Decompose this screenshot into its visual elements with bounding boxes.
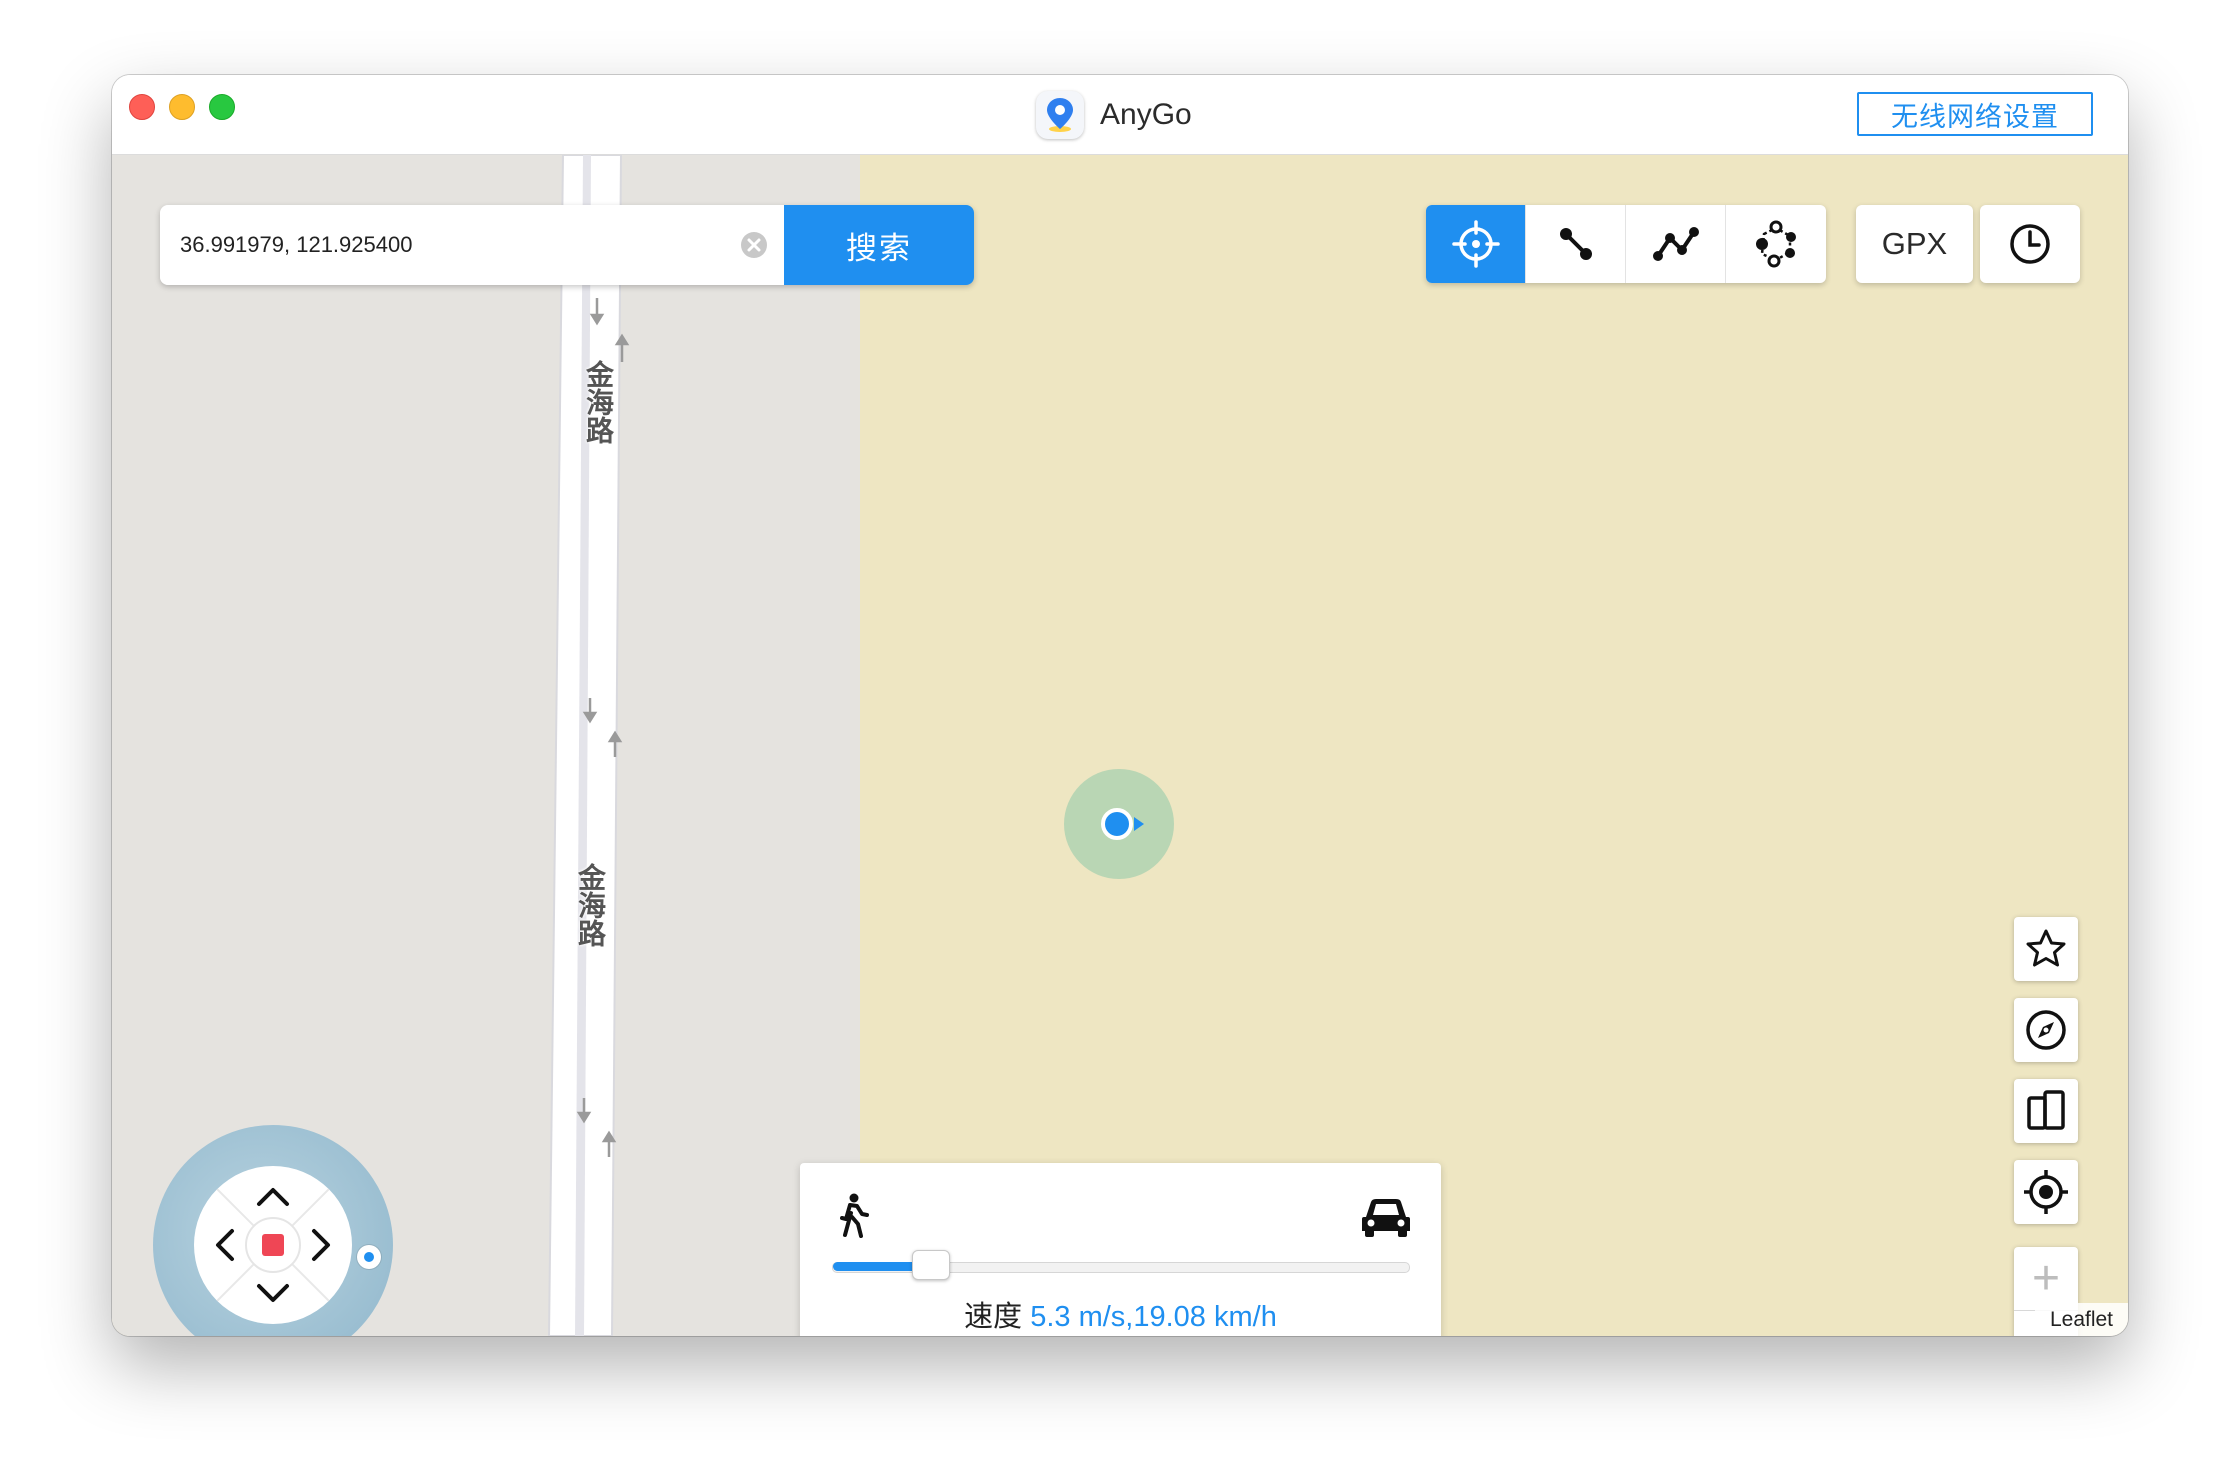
map-view[interactable]: 金海路 金海路 搜索 [112, 155, 2128, 1336]
two-spot-mode-button[interactable] [1526, 205, 1626, 283]
chevron-down-icon[interactable] [253, 1278, 293, 1310]
minimize-window-button[interactable] [169, 94, 195, 120]
device-icon [2027, 1090, 2065, 1130]
app-name: AnyGo [1100, 98, 1192, 131]
stop-button[interactable] [262, 1234, 284, 1256]
multi-spot-mode-button[interactable] [1626, 205, 1726, 283]
two-point-route-icon [1559, 228, 1592, 260]
map-attribution[interactable]: Leaflet [2035, 1303, 2128, 1336]
speed-slider-handle[interactable] [911, 1250, 950, 1280]
clock-icon [2010, 224, 2050, 264]
map-roads [547, 155, 630, 1336]
chevron-up-icon[interactable] [253, 1180, 293, 1212]
history-button[interactable] [1980, 205, 2080, 283]
jump-teleport-icon [1756, 220, 1796, 268]
app-logo-icon [1036, 91, 1084, 139]
app-title: AnyGo [1036, 91, 1192, 139]
joystick-handle[interactable] [357, 1245, 381, 1269]
multi-point-route-icon [1652, 227, 1699, 261]
locate-me-button[interactable] [2014, 1160, 2078, 1224]
locate-icon [2024, 1170, 2068, 1214]
search-bar: 搜索 [160, 205, 974, 285]
road-label: 金海路 [575, 863, 606, 947]
joystick-pad [194, 1166, 352, 1324]
chevron-left-icon[interactable] [208, 1225, 240, 1265]
jump-teleport-mode-button[interactable] [1726, 205, 1826, 283]
current-location-marker[interactable] [1064, 769, 1174, 879]
car-icon [1362, 1199, 1410, 1237]
compass-icon [2026, 1010, 2066, 1050]
favorites-button[interactable] [2014, 917, 2078, 981]
wifi-settings-button[interactable]: 无线网络设置 [1857, 92, 2093, 136]
road-label: 金海路 [583, 360, 614, 444]
coordinate-search-input[interactable] [160, 205, 724, 285]
crosshair-icon [1451, 220, 1500, 268]
star-icon [2026, 929, 2066, 967]
speed-readout: 速度 5.3 m/s,19.08 km/h [800, 1293, 1441, 1335]
speed-value: 5.3 m/s,19.08 km/h [1030, 1301, 1277, 1333]
app-window: AnyGo 无线网络设置 金海路 金海路 36.991979, 121.9254… [112, 75, 2128, 1336]
gpx-import-button[interactable]: GPX [1856, 205, 1973, 283]
compass-button[interactable] [2014, 998, 2078, 1062]
search-button[interactable]: 搜索 [784, 205, 974, 285]
title-bar: AnyGo 无线网络设置 [112, 75, 2128, 155]
chevron-right-icon[interactable] [306, 1225, 338, 1265]
maximize-window-button[interactable] [209, 94, 235, 120]
walking-icon [840, 1193, 869, 1238]
device-switch-button[interactable] [2014, 1079, 2078, 1143]
teleport-mode-button[interactable] [1426, 205, 1526, 283]
clear-search-icon[interactable] [724, 205, 784, 285]
speed-label: 速度 [964, 1301, 1023, 1333]
speed-panel: 速度 5.3 m/s,19.08 km/h [800, 1163, 1441, 1336]
zoom-in-button[interactable]: + [2014, 1247, 2078, 1311]
close-window-button[interactable] [129, 94, 155, 120]
movement-mode-group [1426, 205, 1826, 283]
